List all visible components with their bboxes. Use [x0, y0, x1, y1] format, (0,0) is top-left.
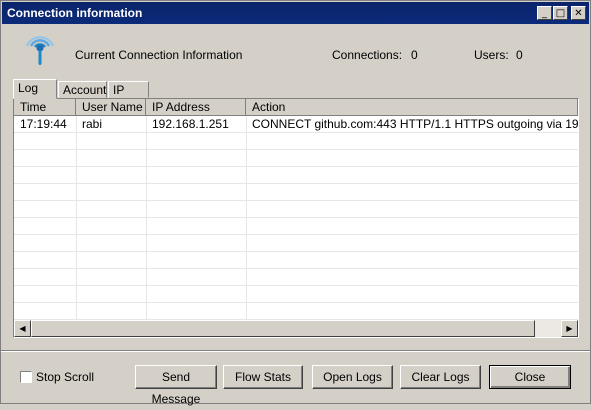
column-header-action[interactable]: Action: [246, 99, 578, 116]
empty-row: [14, 286, 578, 303]
separator: [1, 350, 590, 352]
clear-logs-button[interactable]: Clear Logs: [400, 365, 481, 389]
cell-user-name: rabi: [82, 117, 103, 131]
title-bar[interactable]: Connection information _ □ ✕: [2, 2, 589, 24]
empty-row: [14, 133, 578, 150]
connections-label: Connections:: [332, 48, 403, 62]
table-body: 17:19:44 rabi 192.168.1.251 CONNECT gith…: [14, 116, 578, 320]
tab-log[interactable]: Log: [13, 79, 57, 99]
scroll-right-icon[interactable]: ▶: [561, 320, 578, 337]
cell-action: CONNECT github.com:443 HTTP/1.1 HTTPS ou…: [252, 117, 578, 131]
header-title: Current Connection Information: [75, 48, 243, 62]
empty-row: [14, 235, 578, 252]
column-header-user-name[interactable]: User Name: [76, 99, 146, 116]
stop-scroll-label[interactable]: Stop Scroll: [36, 370, 94, 384]
open-logs-button[interactable]: Open Logs: [312, 365, 393, 389]
empty-row: [14, 150, 578, 167]
window-title: Connection information: [7, 6, 143, 20]
stop-scroll-checkbox[interactable]: [20, 371, 32, 383]
column-divider: [76, 116, 77, 320]
header-area: Current Connection Information Connectio…: [1, 25, 590, 75]
scroll-thumb[interactable]: [31, 320, 535, 337]
flow-stats-button[interactable]: Flow Stats: [223, 365, 303, 389]
cell-ip-address: 192.168.1.251: [152, 117, 229, 131]
users-label: Users:: [474, 48, 509, 62]
column-divider: [246, 116, 247, 320]
scroll-left-icon[interactable]: ◀: [14, 320, 31, 337]
connections-count: 0: [411, 48, 418, 62]
empty-row: [14, 201, 578, 218]
empty-row: [14, 252, 578, 269]
users-count: 0: [516, 48, 523, 62]
column-header-ip-address[interactable]: IP Address: [146, 99, 246, 116]
close-window-button[interactable]: ✕: [571, 6, 586, 20]
close-button[interactable]: Close: [489, 365, 571, 389]
tab-ip[interactable]: IP: [108, 81, 149, 98]
column-header-time[interactable]: Time: [14, 99, 76, 116]
empty-row: [14, 167, 578, 184]
minimize-button[interactable]: _: [537, 6, 552, 20]
horizontal-scrollbar[interactable]: ◀ ▶: [14, 320, 578, 337]
maximize-button[interactable]: □: [553, 6, 568, 20]
table-row[interactable]: 17:19:44 rabi 192.168.1.251 CONNECT gith…: [14, 116, 578, 133]
empty-row: [14, 269, 578, 286]
wireless-signal-icon: [26, 36, 54, 65]
send-message-button[interactable]: Send Message: [135, 365, 217, 406]
column-divider: [146, 116, 147, 320]
table-header: Time User Name IP Address Action: [14, 99, 578, 116]
empty-row: [14, 218, 578, 235]
log-table[interactable]: Time User Name IP Address Action 17:19:4…: [13, 98, 579, 338]
empty-row: [14, 303, 578, 320]
cell-time: 17:19:44: [20, 117, 67, 131]
tab-account[interactable]: Account: [58, 81, 107, 98]
empty-row: [14, 184, 578, 201]
connection-info-window: Connection information _ □ ✕ Current Con…: [0, 0, 591, 406]
